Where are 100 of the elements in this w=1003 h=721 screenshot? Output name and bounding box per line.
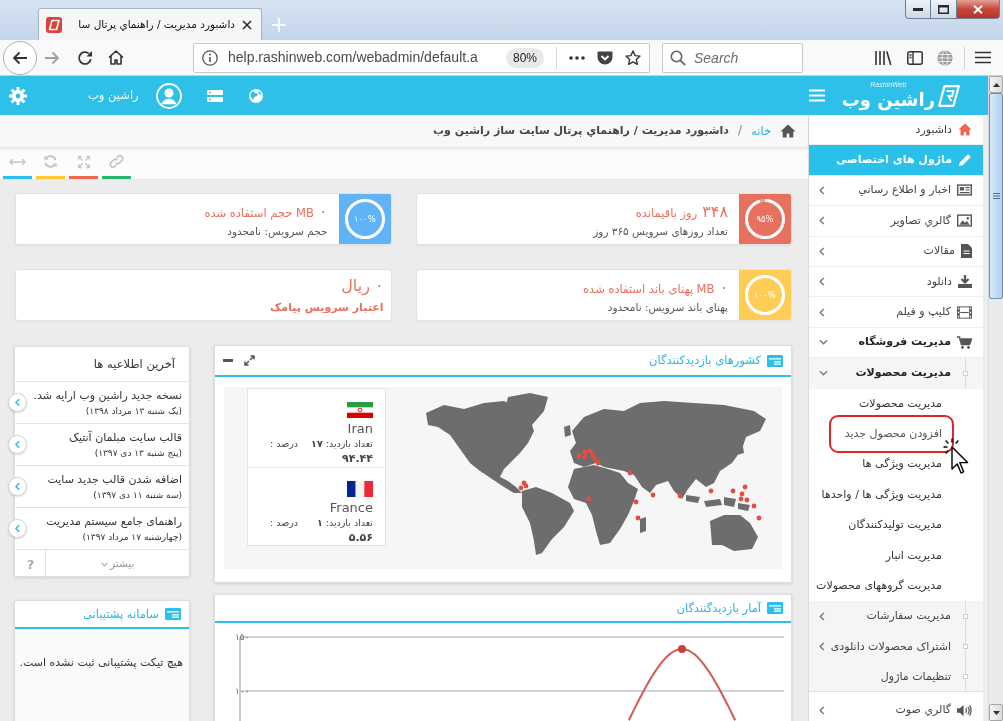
scroll-down-button[interactable] — [989, 704, 1003, 721]
sidebar-item[interactable]: مقالات — [809, 236, 983, 267]
tree-node-icon — [963, 370, 968, 376]
avatar-icon[interactable] — [155, 82, 182, 109]
star-icon[interactable] — [625, 49, 641, 66]
sidebar-subitem[interactable]: مديريت ويژگی ها / واحدها — [821, 487, 942, 503]
stat-note: تعداد روزهای سرویس ۳۶۵ روز — [593, 225, 728, 239]
stat-note: اعتبار سرویس پیامک — [270, 300, 384, 316]
notification-title[interactable]: راهنمای جامع سیستم مدیریت — [46, 514, 182, 529]
breadcrumb-current: داشبورد مديريت / راهنماي پرتال سایت ساز راشین وب — [433, 123, 729, 139]
close-icon — [242, 19, 252, 30]
chevron-left-icon — [15, 482, 21, 491]
notification-title[interactable]: قالب سایت مبلمان آنتیک — [69, 430, 182, 445]
sidebar-subitem[interactable]: مديريت انبار — [885, 548, 942, 563]
stat-label: MB پهنای باند استفاده شده — [583, 282, 715, 297]
notification-title[interactable]: نسخه جدید راشین وب ارایه شد. — [33, 388, 182, 403]
map-dot-icon — [586, 496, 592, 502]
sidebar-item[interactable]: كليپ و فيلم — [809, 297, 983, 328]
search-icon — [670, 49, 686, 66]
chevron-down-icon — [101, 561, 108, 567]
panel-icon — [767, 602, 783, 614]
menu-icon — [808, 89, 825, 102]
arrow-up-icon — [992, 82, 1000, 87]
newspaper-icon — [957, 184, 972, 197]
panel-title: کشورهای بازدیدکنندگان — [649, 353, 761, 368]
map-dot-icon — [708, 488, 714, 494]
link-icon — [109, 154, 124, 169]
arrow-left-icon — [12, 50, 28, 65]
chevron-left-icon — [819, 642, 825, 652]
notification-arrow-button[interactable] — [8, 435, 28, 454]
address-bar[interactable]: help.rashinweb.com/webadmin/default.a 80% — [193, 42, 650, 73]
sidebar-item[interactable]: دانلود — [809, 266, 983, 298]
stat-value: ۰ — [374, 276, 384, 296]
panel-icon — [165, 608, 181, 620]
maximize-button[interactable] — [931, 0, 957, 19]
map-dot-icon — [756, 515, 762, 521]
browser-tab[interactable]: داشبورد مديريت / راهنماي پرتال سا — [38, 8, 262, 40]
home-icon — [780, 124, 796, 138]
home-icon — [108, 50, 124, 65]
minimize-button[interactable] — [905, 0, 931, 19]
sidebar-subitem[interactable]: مديريت توليدكنندگان — [848, 518, 942, 533]
chevron-shield-icon[interactable] — [597, 50, 613, 65]
double-arrow-icon — [9, 157, 26, 166]
menu-icon — [975, 51, 991, 64]
country-name: Iran — [347, 420, 373, 437]
home-icon — [958, 123, 972, 137]
grip-icon — [992, 193, 1000, 199]
sidebar-subitem[interactable]: تنظيمات ماژول — [809, 662, 983, 693]
chevron-left-icon — [819, 185, 825, 195]
chevron-left-icon — [819, 611, 825, 621]
notification-title[interactable]: اضافه شدن قالب جدید سایت — [47, 472, 182, 487]
breadcrumb-separator: / — [737, 123, 742, 139]
zoom-level-button[interactable]: 80% — [505, 47, 544, 68]
scrollbar-thumb[interactable] — [989, 93, 1003, 299]
visit-count: تعداد بازدید: ۱ — [316, 517, 373, 530]
server-icon[interactable] — [206, 89, 223, 102]
sidebar-item[interactable]: گالري صوت — [809, 695, 983, 721]
film-icon — [957, 305, 972, 319]
notification-arrow-button[interactable] — [8, 477, 28, 496]
country-name: France — [329, 499, 373, 516]
more-dots-icon[interactable] — [569, 55, 585, 60]
back-button[interactable] — [3, 40, 37, 75]
map-dot-icon — [627, 470, 633, 476]
stat-value: ۰ — [719, 278, 728, 298]
sidebar-subitem[interactable]: افزودن محصول جدید — [828, 414, 954, 454]
sidebar-menu-button[interactable] — [808, 89, 825, 102]
stat-value: ۰ — [318, 202, 328, 222]
map-dot-icon — [635, 515, 641, 521]
image-icon — [957, 214, 972, 228]
axis-tick-label: ۱۰۰ — [235, 686, 250, 696]
sidebar-subitem[interactable]: مديريت ويژگی ها — [862, 457, 942, 472]
notification-date: (پنج شنبه ۱۳ دی ۱۳۹۷) — [94, 447, 182, 459]
notification-date: (چهارشنبه ۱۷ مرداد ۱۳۹۷) — [82, 531, 182, 543]
sidebar-subitem[interactable]: مديريت محصولات — [809, 358, 983, 389]
stat-note: حجم سرویس: نامحدود — [227, 225, 328, 239]
notification-arrow-button[interactable] — [8, 519, 28, 538]
percent-value: ۵.۵۶ — [348, 531, 373, 546]
scroll-up-button[interactable] — [989, 76, 1003, 93]
sidebar-item[interactable]: گالري تصاوير — [809, 206, 983, 237]
info-icon — [202, 49, 218, 66]
settings-icon[interactable] — [9, 86, 27, 105]
stat-label: MB حجم استفاده شده — [204, 206, 314, 221]
sidebar-subitem[interactable]: مديريت گروههای محصولات — [816, 578, 942, 594]
stat-value: ۳۴۸ — [702, 202, 728, 222]
close-tab-button[interactable] — [240, 17, 254, 32]
sidebar-subitem[interactable]: اشتراک محصولات دانلودی — [809, 631, 983, 663]
expand-icon[interactable] — [244, 355, 255, 366]
sidebar-item[interactable]: اخبار و اطلاع رساني — [809, 175, 983, 207]
close-window-button[interactable] — [957, 0, 1000, 19]
map-dot-icon — [677, 493, 683, 499]
cart-icon — [957, 335, 972, 349]
axis-tick-label: ۱۵۰ — [235, 632, 250, 642]
sidebar-subitem[interactable]: مديريت محصولات — [859, 396, 942, 411]
chevron-left-icon — [15, 398, 21, 407]
percent-label: درصد : — [270, 517, 299, 530]
globe-icon[interactable] — [248, 88, 263, 103]
tree-node-icon — [963, 644, 968, 650]
search-field[interactable]: Search — [662, 42, 803, 73]
notification-arrow-button[interactable] — [8, 393, 28, 412]
sidebar-subitem[interactable]: مديريت سفارشات — [809, 601, 983, 632]
